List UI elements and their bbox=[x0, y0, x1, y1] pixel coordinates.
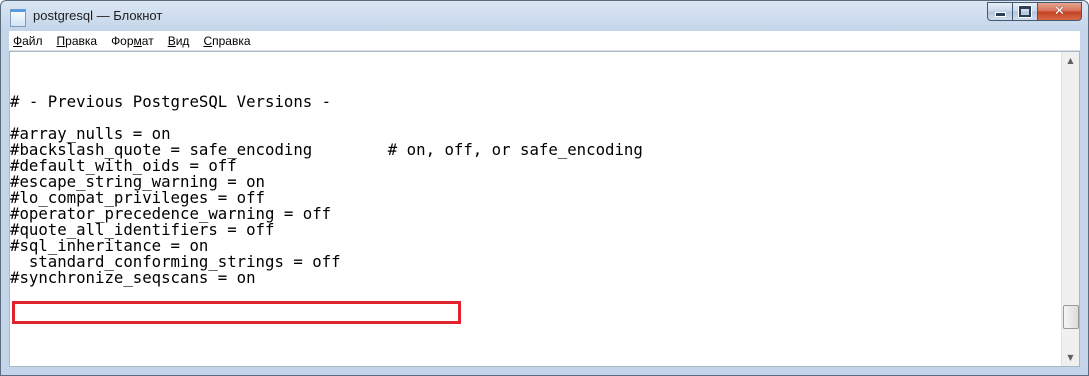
caption-buttons: ✕ bbox=[987, 2, 1082, 21]
menu-file-accesskey: Ф bbox=[13, 33, 23, 48]
menu-format-accesskey: м bbox=[133, 33, 142, 48]
menu-view-accesskey: В bbox=[167, 33, 176, 48]
maximize-icon bbox=[1018, 5, 1032, 18]
menu-file-label-post: айл bbox=[22, 33, 43, 48]
menu-bar: Файл Правка Формат Вид Справка bbox=[9, 31, 1080, 51]
scroll-up-arrow-icon[interactable]: ▲ bbox=[1062, 52, 1079, 69]
menu-edit-label-post: равка bbox=[65, 33, 98, 48]
menu-help[interactable]: Справка bbox=[196, 34, 257, 48]
menu-help-accesskey: С bbox=[203, 33, 213, 48]
text-editor[interactable]: # - Previous PostgreSQL Versions - #arra… bbox=[9, 51, 1080, 367]
title-bar[interactable]: postgresql — Блокнот ✕ bbox=[1, 1, 1088, 31]
highlight-annotation-box bbox=[12, 301, 461, 324]
window-title: postgresql — Блокнот bbox=[33, 8, 163, 23]
text-line: #synchronize_seqscans = on bbox=[10, 268, 256, 287]
menu-format-label-pre: Фор bbox=[111, 33, 134, 48]
minimize-icon bbox=[994, 12, 1006, 17]
scroll-down-arrow-icon[interactable]: ▼ bbox=[1062, 349, 1079, 366]
maximize-button[interactable] bbox=[1013, 2, 1038, 21]
close-icon: ✕ bbox=[1054, 4, 1065, 19]
menu-format-label-post: ат bbox=[141, 33, 154, 48]
vertical-scrollbar[interactable]: ▲ ▼ bbox=[1061, 52, 1079, 366]
menu-view-label-post: ид bbox=[175, 33, 190, 48]
text-line: # - Previous PostgreSQL Versions - bbox=[10, 92, 332, 111]
minimize-button[interactable] bbox=[987, 2, 1013, 21]
close-button[interactable]: ✕ bbox=[1038, 2, 1082, 21]
menu-help-label-post: правка bbox=[212, 33, 251, 48]
menu-view[interactable]: Вид bbox=[161, 34, 197, 48]
notepad-icon bbox=[10, 9, 26, 27]
scrollbar-thumb[interactable] bbox=[1063, 305, 1079, 329]
menu-edit-accesskey: П bbox=[56, 33, 66, 48]
menu-file[interactable]: Файл bbox=[9, 34, 50, 48]
menu-format[interactable]: Формат bbox=[104, 34, 161, 48]
menu-edit[interactable]: Правка bbox=[50, 34, 105, 48]
notepad-window: postgresql — Блокнот ✕ Файл Правка Форма… bbox=[0, 0, 1089, 376]
